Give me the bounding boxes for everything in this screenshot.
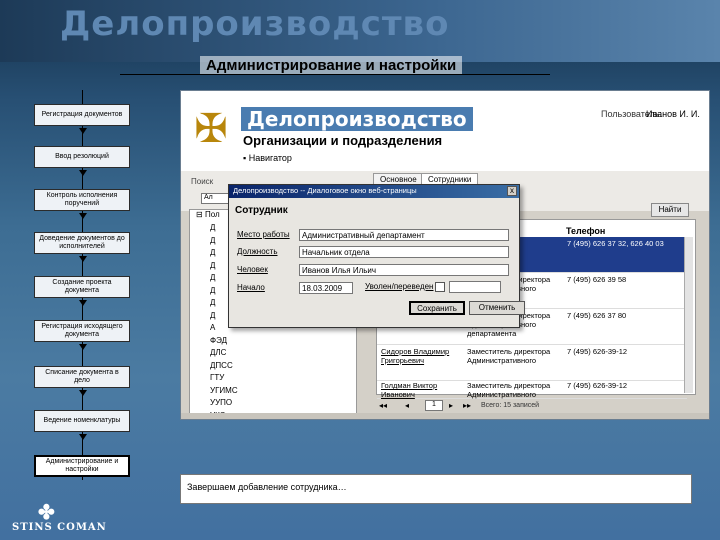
grid-header-phone: Телефон: [566, 226, 606, 236]
flow-arrow: [79, 170, 87, 176]
cell-phone: 7 (495) 626 37 32, 626 40 03: [567, 239, 664, 248]
records-total: Всего: 15 записей: [481, 402, 540, 409]
cell-position: Заместитель директора Административного: [467, 347, 551, 365]
flow-arrow: [79, 300, 87, 306]
flow-step-control[interactable]: Контроль исполнения поручений: [34, 189, 130, 211]
start-date-field[interactable]: 18.03.2009: [299, 282, 353, 294]
flow-step-delivery[interactable]: Доведение документов до исполнителей: [34, 232, 130, 254]
flow-step-label: Администрирование и настройки: [45, 458, 119, 473]
flow-step-label: Ведение номенклатуры: [43, 417, 121, 424]
navigator-link[interactable]: ▪ Навигатор: [243, 153, 292, 163]
pager-last-icon[interactable]: ▸▸: [463, 401, 471, 410]
cell-phone: 7 (495) 626-39-12: [567, 347, 628, 356]
field-label-workplace: Место работы: [237, 230, 290, 239]
app-footer: [181, 413, 709, 419]
flow-step-label: Списание документа в дело: [45, 369, 119, 384]
flow-step-label: Доведение документов до исполнителей: [39, 235, 125, 250]
tree-root-label: Пол: [204, 210, 220, 219]
app-title: Делопроизводство: [241, 107, 473, 131]
flow-step-admin[interactable]: Администрирование и настройки: [34, 455, 130, 477]
position-field[interactable]: Начальник отдела: [299, 246, 509, 258]
find-button[interactable]: Найти: [651, 203, 689, 217]
page-number-input[interactable]: 1: [425, 400, 443, 411]
tree-item[interactable]: ГТУ: [190, 373, 356, 386]
tree-item[interactable]: УГИМС: [190, 386, 356, 399]
emblem-icon: ✠: [194, 107, 228, 151]
save-button[interactable]: Сохранить: [409, 301, 465, 315]
cell-position: Заместитель директора Административного: [467, 381, 551, 399]
dialog-heading: Сотрудник: [235, 205, 288, 216]
dialog-titlebar: Делопроизводство -- Диалоговое окно веб-…: [229, 185, 519, 198]
flow-arrow: [79, 256, 87, 262]
cancel-button[interactable]: Отменить: [469, 301, 525, 315]
table-row[interactable]: Голдман Виктор Иванович Заместитель дире…: [377, 379, 687, 399]
tree-item[interactable]: ДЛС: [190, 348, 356, 361]
slide-title: Делопроизводство: [60, 4, 450, 44]
user-name: Иванов И. И.: [646, 109, 700, 119]
flow-arrow: [79, 213, 87, 219]
cell-phone: 7 (495) 626 39 58: [567, 275, 627, 284]
cell-phone: 7 (495) 626 37 80: [567, 311, 627, 320]
flow-step-label: Регистрация исходящего документа: [41, 323, 123, 338]
flow-step-registration[interactable]: Регистрация документов: [34, 104, 130, 126]
section-title: Организации и подразделения: [243, 133, 443, 148]
company-logo-text: STINS COMAN: [12, 522, 107, 533]
cell-name[interactable]: Сидоров Владимир Григорьевич: [381, 347, 463, 365]
slide-subtitle: Администрирование и настройки: [200, 56, 463, 75]
flow-step-label: Контроль исполнения поручений: [46, 192, 118, 207]
flow-step-draft[interactable]: Создание проекта документа: [34, 276, 130, 298]
flow-arrow: [79, 128, 87, 134]
flow-step-outgoing[interactable]: Регистрация исходящего документа: [34, 320, 130, 342]
flow-arrow: [79, 434, 87, 440]
flow-step-label: Создание проекта документа: [52, 279, 112, 294]
flow-arrow: [79, 344, 87, 350]
tree-item[interactable]: ДПСС: [190, 361, 356, 374]
cell-phone: 7 (495) 626-39-12: [567, 381, 628, 390]
pager-prev-icon[interactable]: ◂: [405, 401, 409, 410]
dismissed-label: Уволен/переведен: [365, 282, 434, 291]
workplace-field[interactable]: Административный департамент: [299, 229, 509, 241]
person-field[interactable]: Иванов Илья Ильич: [299, 264, 509, 276]
dismissed-date-field[interactable]: [449, 281, 501, 293]
search-label: Поиск: [191, 177, 214, 186]
flow-step-resolutions[interactable]: Ввод резолюций: [34, 146, 130, 168]
dialog-title: Делопроизводство -- Диалоговое окно веб-…: [233, 186, 417, 195]
cell-name[interactable]: Голдман Виктор Иванович: [381, 381, 463, 399]
field-label-position: Должность: [237, 247, 278, 256]
tree-item[interactable]: УУПО: [190, 398, 356, 411]
subtitle-underline: [120, 74, 550, 75]
status-caption: Завершаем добавление сотрудника…: [180, 474, 692, 504]
pager-first-icon[interactable]: ◂◂: [379, 401, 387, 410]
flow-step-label: Регистрация документов: [41, 111, 123, 118]
flow-arrow: [79, 390, 87, 396]
employee-dialog: Делопроизводство -- Диалоговое окно веб-…: [228, 184, 525, 328]
tree-item[interactable]: ФЭД: [190, 336, 356, 349]
field-label-start: Начало: [237, 283, 265, 292]
flow-step-archive[interactable]: Списание документа в дело: [34, 366, 130, 388]
pager-next-icon[interactable]: ▸: [449, 401, 453, 410]
navigator-link-label: Навигатор: [248, 153, 292, 163]
flow-step-nomenclature[interactable]: Ведение номенклатуры: [34, 410, 130, 432]
dismissed-checkbox[interactable]: [435, 282, 445, 292]
field-label-person: Человек: [237, 265, 268, 274]
grid-scrollbar[interactable]: [684, 237, 693, 393]
close-icon[interactable]: x: [507, 186, 517, 196]
table-row[interactable]: Сидоров Владимир Григорьевич Заместитель…: [377, 345, 687, 381]
flow-step-label: Ввод резолюций: [55, 153, 109, 160]
